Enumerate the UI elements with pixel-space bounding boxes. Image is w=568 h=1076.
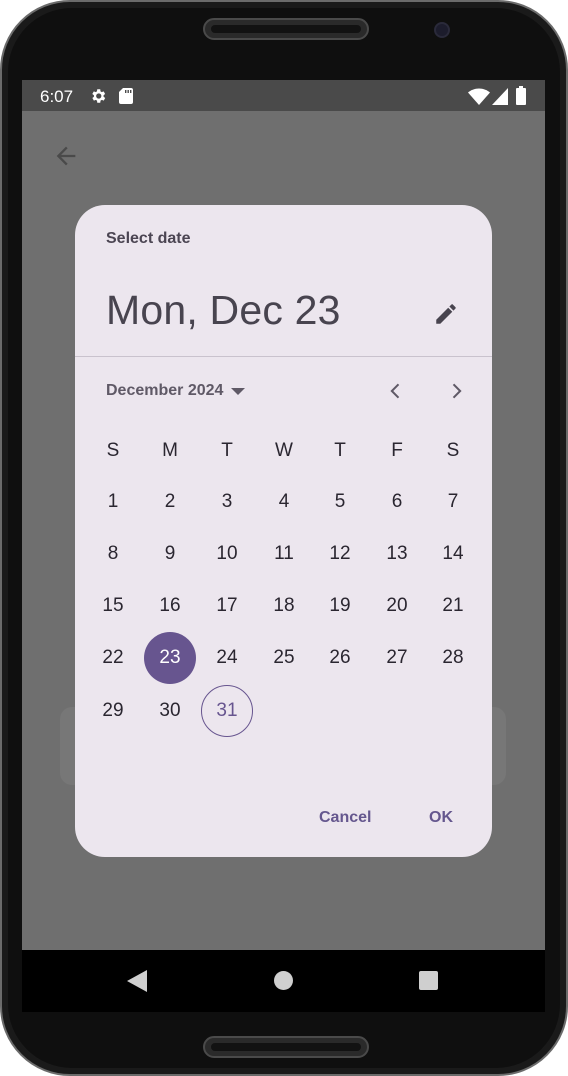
chevron-left-icon: [390, 383, 400, 399]
navigation-bar: [22, 950, 545, 1012]
top-speaker: [203, 18, 369, 40]
calendar-day[interactable]: 6: [371, 476, 423, 528]
weekday-label: S: [106, 440, 120, 461]
calendar-day[interactable]: 2: [144, 476, 196, 528]
calendar-day[interactable]: 27: [371, 632, 423, 684]
calendar-day[interactable]: 17: [201, 580, 253, 632]
selected-date-headline: Mon, Dec 23: [106, 287, 341, 333]
calendar-day[interactable]: 30: [144, 685, 196, 737]
calendar-day-today[interactable]: 31: [201, 685, 253, 737]
weekday-label: M: [162, 440, 178, 461]
divider: [75, 356, 492, 357]
month-year-selector[interactable]: December 2024: [106, 379, 246, 403]
nav-home-icon[interactable]: [274, 971, 293, 990]
calendar-day[interactable]: 16: [144, 580, 196, 632]
gear-icon: [92, 89, 106, 103]
cancel-button[interactable]: Cancel: [319, 809, 371, 827]
month-year-label: December 2024: [106, 382, 224, 399]
calendar-day[interactable]: 3: [201, 476, 253, 528]
nav-recents-icon[interactable]: [419, 971, 438, 990]
calendar-day-selected[interactable]: 23: [144, 632, 196, 684]
calendar-day[interactable]: 24: [201, 632, 253, 684]
dialog-title: Select date: [106, 230, 191, 247]
calendar-day[interactable]: 13: [371, 528, 423, 580]
weekday-label: F: [391, 440, 403, 461]
calendar-day[interactable]: 1: [87, 476, 139, 528]
ok-button[interactable]: OK: [429, 809, 453, 827]
calendar-day[interactable]: 8: [87, 528, 139, 580]
calendar-day[interactable]: 14: [427, 528, 479, 580]
battery-icon: [516, 86, 526, 105]
next-month-button[interactable]: [440, 375, 472, 407]
weekday-label: T: [221, 440, 233, 461]
calendar-day[interactable]: 20: [371, 580, 423, 632]
calendar-day[interactable]: 25: [258, 632, 310, 684]
front-camera: [434, 22, 450, 38]
weekday-label: T: [334, 440, 346, 461]
calendar-day[interactable]: 10: [201, 528, 253, 580]
wifi-icon: [468, 88, 490, 105]
arrow-left-icon[interactable]: [52, 142, 80, 170]
weekday-label: W: [275, 440, 293, 461]
calendar-day[interactable]: 4: [258, 476, 310, 528]
status-time: 6:07: [40, 87, 74, 106]
calendar-day[interactable]: 18: [258, 580, 310, 632]
calendar-day[interactable]: 28: [427, 632, 479, 684]
calendar-day[interactable]: 19: [314, 580, 366, 632]
pencil-icon: [436, 304, 456, 324]
calendar-day[interactable]: 22: [87, 632, 139, 684]
calendar-day[interactable]: 11: [258, 528, 310, 580]
previous-month-button[interactable]: [380, 375, 412, 407]
calendar-day[interactable]: 26: [314, 632, 366, 684]
nav-back-icon[interactable]: [127, 970, 147, 992]
weekday-label: S: [446, 440, 460, 461]
sd-card-icon: [119, 88, 133, 104]
signal-icon: [492, 88, 508, 105]
calendar-day[interactable]: 9: [144, 528, 196, 580]
calendar-day[interactable]: 5: [314, 476, 366, 528]
calendar-day[interactable]: 29: [87, 685, 139, 737]
chevron-right-icon: [452, 383, 462, 399]
caret-down-icon: [231, 388, 246, 395]
calendar-day[interactable]: 7: [427, 476, 479, 528]
bottom-speaker: [203, 1036, 369, 1058]
device-screen: 6:07 Select date Mon, Dec 23 December 20…: [22, 80, 545, 1012]
status-bar: 6:07: [22, 80, 545, 111]
calendar-day[interactable]: 12: [314, 528, 366, 580]
date-picker-dialog: Select date Mon, Dec 23 December 2024 Ca…: [75, 205, 492, 857]
calendar-day[interactable]: 21: [427, 580, 479, 632]
edit-input-mode-button[interactable]: [425, 293, 467, 335]
calendar-day[interactable]: 15: [87, 580, 139, 632]
